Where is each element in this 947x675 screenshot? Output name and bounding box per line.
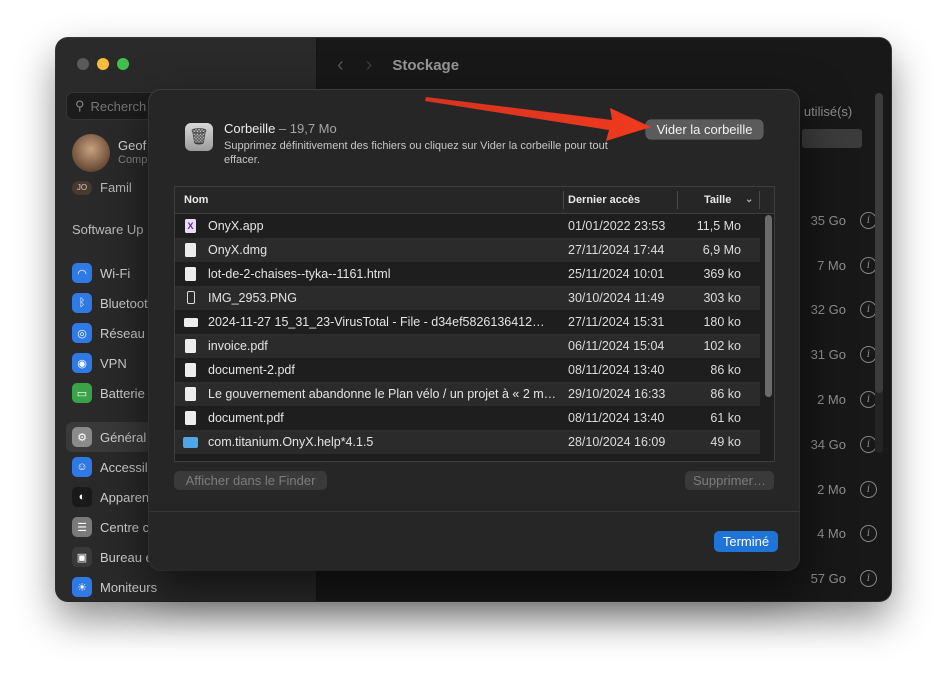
red-arrow-icon [425,97,651,141]
annotation-arrow [425,97,651,141]
